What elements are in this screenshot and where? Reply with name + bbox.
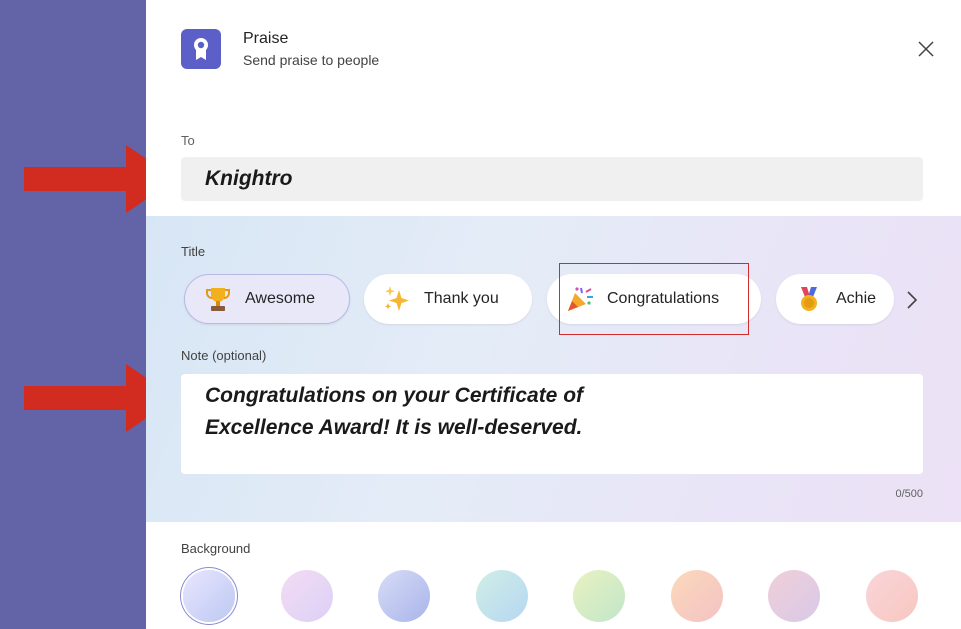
close-button[interactable] (915, 38, 937, 60)
background-swatch-lime[interactable] (573, 570, 625, 622)
chip-label: Achie (836, 290, 877, 307)
dialog-header: Praise Send praise to people (181, 29, 379, 69)
to-input[interactable]: Knightro (181, 157, 923, 201)
dialog-subtitle: Send praise to people (243, 52, 380, 68)
chevron-right-icon (907, 291, 918, 309)
chip-label: Thank you (424, 290, 499, 307)
dialog-title: Praise (243, 30, 289, 47)
title-label: Title (181, 244, 206, 259)
close-icon (918, 41, 934, 57)
background-swatch-rose-grey[interactable] (768, 570, 820, 622)
background-swatch-pink-lilac[interactable] (280, 570, 333, 622)
chip-label: Congratulations (607, 290, 720, 307)
title-note-section (146, 216, 961, 522)
character-counter: 0/500 (895, 488, 923, 500)
praise-dialog: Praise Send praise to people To Knightro… (146, 0, 961, 629)
badge-ribbon-icon (181, 29, 221, 69)
to-label: To (181, 133, 195, 148)
note-line: Congratulations on your Certificate of (205, 384, 584, 407)
party-popper-icon (565, 284, 595, 314)
background-swatch-peach[interactable] (670, 570, 723, 622)
sparkles-icon (382, 284, 412, 314)
chip-awesome[interactable]: Awesome (184, 274, 350, 324)
chips-next-button[interactable] (901, 287, 923, 313)
background-swatch-blush[interactable] (865, 570, 918, 622)
note-label: Note (optional) (181, 348, 267, 363)
chip-achievement[interactable]: Achie (776, 274, 894, 324)
chip-thank-you[interactable]: Thank you (364, 274, 532, 324)
medal-icon (794, 284, 824, 314)
chip-congratulations[interactable]: Congratulations (547, 274, 761, 324)
background-swatch-periwinkle[interactable] (378, 570, 430, 622)
note-textarea[interactable]: Congratulations on your Certificate of E… (181, 374, 923, 474)
background-label: Background (181, 541, 251, 556)
title-chip-list: Awesome Thank you Congratulations Achie (184, 274, 924, 324)
chip-label: Awesome (245, 290, 315, 307)
trophy-icon (203, 284, 233, 314)
note-line: Excellence Award! It is well-deserved. (205, 416, 583, 439)
background-swatch-lavender-blue[interactable] (183, 570, 235, 622)
background-swatch-mint-blue[interactable] (475, 570, 528, 622)
